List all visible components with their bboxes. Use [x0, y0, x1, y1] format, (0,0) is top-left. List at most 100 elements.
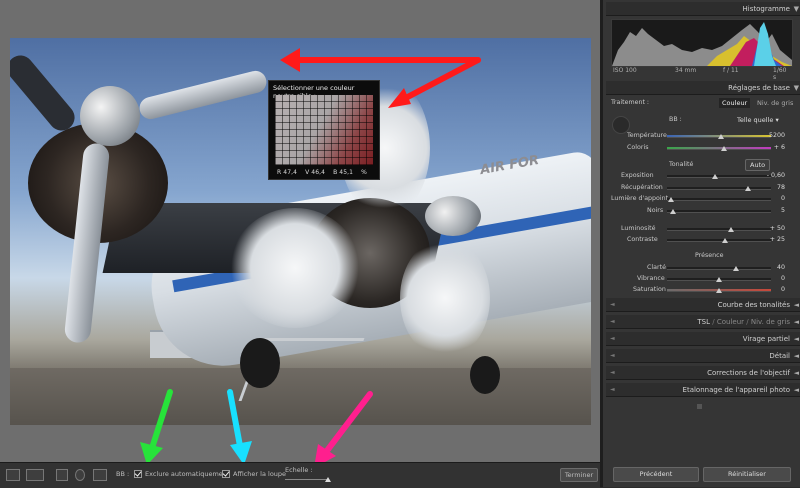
calibration-header[interactable]: ◄ Etalonnage de l'appareil photo ◄ — [606, 383, 800, 397]
tone-auto-button[interactable]: Auto — [745, 159, 771, 171]
clarity-slider[interactable] — [667, 267, 771, 270]
fill-light-slider[interactable] — [667, 198, 771, 201]
fill-light-slider-knob[interactable] — [668, 197, 675, 202]
temperature-slider-knob[interactable] — [718, 134, 725, 139]
clarity-value[interactable]: 40 — [765, 264, 785, 271]
cyan-arrow-icon — [227, 389, 252, 462]
tint-label: Coloris — [627, 144, 649, 151]
exposure-slider[interactable] — [667, 175, 771, 178]
brightness-slider-knob[interactable] — [728, 227, 735, 232]
detail-header[interactable]: ◄ Détail ◄ — [606, 349, 800, 363]
blacks-slider[interactable] — [667, 210, 771, 213]
tint-slider[interactable] — [667, 147, 771, 150]
contrast-slider[interactable] — [667, 239, 771, 242]
brightness-label: Luminosité — [621, 225, 656, 232]
exif-aperture: f / 11 — [723, 67, 739, 74]
panel-switch-icon: ◄ — [610, 369, 615, 376]
exif-iso: ISO 100 — [613, 67, 637, 74]
red-eye-button[interactable] — [75, 469, 85, 481]
histogram-graph — [611, 19, 793, 67]
exposure-slider-knob[interactable] — [711, 174, 718, 179]
hsl-tab-tsl[interactable]: TSL — [697, 318, 710, 326]
image-workspace: AIR FOR Sélectionner une couleur neutre … — [0, 0, 600, 462]
hsl-tab-color[interactable]: Couleur — [717, 318, 744, 326]
brightness-slider[interactable] — [667, 228, 771, 231]
loupe-view-button[interactable] — [6, 469, 20, 481]
pink-arrow-icon — [315, 391, 373, 462]
green-arrow-icon — [140, 389, 173, 462]
expand-triangle-icon: ◄ — [793, 369, 799, 377]
expand-triangle-icon: ◄ — [793, 318, 799, 326]
fill-light-value[interactable]: 0 — [765, 195, 785, 202]
recovery-slider[interactable] — [667, 187, 771, 190]
vibrance-value[interactable]: 0 — [765, 275, 785, 282]
tone-curve-header[interactable]: ◄ Courbe des tonalités ◄ — [606, 298, 800, 312]
treatment-bw-option[interactable]: Niv. de gris — [757, 99, 793, 107]
scale-slider-knob[interactable] — [325, 477, 331, 482]
split-toning-header[interactable]: ◄ Virage partiel ◄ — [606, 332, 800, 346]
presence-label: Présence — [695, 252, 724, 259]
contrast-label: Contraste — [627, 236, 658, 243]
recovery-label: Récupération — [621, 184, 663, 191]
done-button[interactable]: Terminer — [560, 468, 598, 482]
tint-slider-knob[interactable] — [721, 146, 728, 151]
expand-triangle-icon: ◄ — [793, 386, 799, 394]
scale-label: Echelle : — [285, 466, 313, 474]
histogram-header[interactable]: Histogramme ▼ — [606, 2, 800, 16]
contrast-value[interactable]: + 25 — [765, 236, 785, 243]
clarity-slider-knob[interactable] — [732, 266, 739, 271]
temperature-label: Température — [627, 132, 667, 139]
vibrance-slider-knob[interactable] — [716, 277, 722, 282]
exposure-value[interactable]: - 0,60 — [765, 172, 785, 179]
panel-switch-icon: ◄ — [610, 318, 615, 325]
develop-panel: Histogramme ▼ ISO 100 34 mm f / 11 1/60 … — [600, 0, 800, 487]
expand-triangle-icon: ◄ — [793, 301, 799, 309]
circle-icon — [75, 469, 85, 481]
temperature-value[interactable]: 5200 — [765, 132, 785, 139]
saturation-value[interactable]: 0 — [765, 286, 785, 293]
clarity-label: Clarté — [647, 264, 666, 271]
tint-value[interactable]: + 6 — [765, 144, 785, 151]
recovery-slider-knob[interactable] — [745, 186, 752, 191]
saturation-slider-knob[interactable] — [716, 288, 722, 293]
previous-button[interactable]: Précédent — [613, 467, 699, 482]
fill-light-label: Lumière d'appoint — [611, 195, 669, 202]
brightness-value[interactable]: + 50 — [765, 225, 785, 232]
lens-corrections-header[interactable]: ◄ Corrections de l'objectif ◄ — [606, 366, 800, 380]
basic-header[interactable]: Réglages de base ▼ — [606, 81, 800, 95]
scale-slider[interactable] — [285, 479, 329, 480]
panel-switch-icon: ◄ — [610, 301, 615, 308]
panel-switch-icon: ◄ — [610, 386, 615, 393]
wb-preset-dropdown[interactable]: Telle quelle ▾ — [737, 116, 779, 124]
blacks-label: Noirs — [647, 207, 664, 214]
annotation-arrows — [140, 48, 481, 462]
hsl-tab-gray[interactable]: Niv. de gris — [751, 318, 790, 326]
treatment-label: Traitement : — [611, 99, 650, 106]
treatment-color-option[interactable]: Couleur — [719, 98, 751, 108]
compare-view-button[interactable] — [26, 469, 44, 481]
calibration-title: Etalonnage de l'appareil photo — [682, 386, 790, 394]
auto-dismiss-option[interactable]: Exclure automatiquement — [134, 470, 229, 482]
wb-label: BB : — [669, 116, 682, 123]
show-loupe-option[interactable]: Afficher la loupe — [222, 470, 286, 482]
contrast-slider-knob[interactable] — [722, 238, 729, 243]
reset-button[interactable]: Réinitialiser — [703, 467, 791, 482]
auto-dismiss-checkbox[interactable] — [134, 470, 142, 478]
flag-icon — [56, 469, 68, 481]
blacks-value[interactable]: 5 — [765, 207, 785, 214]
hsl-header[interactable]: ◄ TSL / Couleur / Niv. de gris ◄ — [606, 315, 800, 329]
wb-preset-value: Telle quelle — [737, 116, 774, 124]
tone-curve-title: Courbe des tonalités — [717, 301, 790, 309]
blacks-slider-knob[interactable] — [670, 209, 677, 214]
auto-dismiss-label: Exclure automatiquement — [145, 470, 230, 478]
show-loupe-label: Afficher la loupe — [233, 470, 287, 478]
tone-label: Tonalité — [669, 161, 694, 168]
single-view-icon — [6, 469, 20, 481]
camera-button[interactable] — [93, 469, 107, 481]
exif-shutter: 1/60 s — [773, 67, 787, 81]
saturation-label: Saturation — [633, 286, 666, 293]
flag-button[interactable] — [56, 469, 68, 481]
show-loupe-checkbox[interactable] — [222, 470, 230, 478]
detail-title: Détail — [769, 352, 790, 360]
recovery-value[interactable]: 78 — [765, 184, 785, 191]
